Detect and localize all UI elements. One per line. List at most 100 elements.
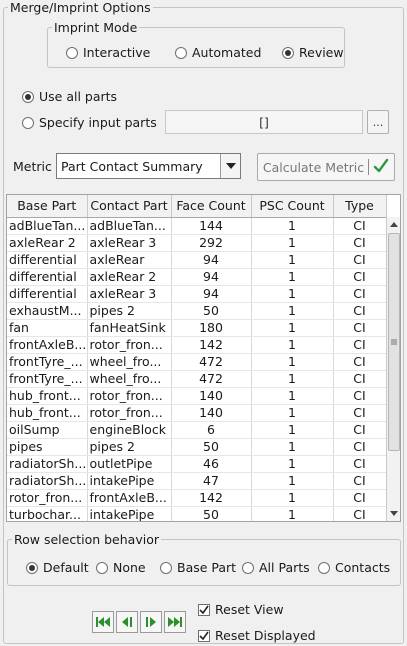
table-scrollbar[interactable] xyxy=(386,217,400,521)
radio-specify-input-parts[interactable]: Specify input parts xyxy=(22,115,157,130)
table-row[interactable]: axleRear 2 axleRear 3 292 1 CI xyxy=(7,234,387,252)
reset-view-checkbox[interactable] xyxy=(198,603,210,616)
radio-row-contacts-button[interactable] xyxy=(318,561,330,574)
table-row[interactable]: frontAxleB... rotor_fron... 142 1 CI xyxy=(7,336,387,354)
column-header[interactable]: Type xyxy=(333,195,387,218)
table-body: adBlueTan... adBlueTan... 144 1 CI axleRear 2… xyxy=(7,217,387,521)
table-row[interactable]: hub_front... rotor_fron... 140 1 CI xyxy=(7,387,387,405)
table-cell: 140 xyxy=(171,387,252,405)
table-row[interactable]: radiatorSh... intakePipe 47 1 CI xyxy=(7,472,387,490)
radio-row-contacts[interactable]: Contacts xyxy=(318,560,390,575)
table-cell: 1 xyxy=(251,217,334,235)
radio-interactive-button[interactable] xyxy=(66,46,78,59)
table-cell: adBlueTan... xyxy=(87,217,172,235)
radio-row-base-part[interactable]: Base Part xyxy=(160,560,236,575)
table-row[interactable]: hub_front... rotor_fron... 140 1 CI xyxy=(7,404,387,422)
radio-use-all-parts-button[interactable] xyxy=(22,90,34,103)
input-parts-value: [] xyxy=(259,114,269,130)
column-header[interactable]: PSC Count xyxy=(251,195,334,218)
table-cell: fanHeatSink xyxy=(87,319,172,337)
table-cell: 472 xyxy=(171,370,252,388)
table-row[interactable]: oilSump engineBlock 6 1 CI xyxy=(7,421,387,439)
table-cell: CI xyxy=(333,438,387,456)
table-cell: rotor_fron... xyxy=(7,489,88,507)
radio-row-none-button[interactable] xyxy=(96,561,108,574)
radio-automated[interactable]: Automated xyxy=(175,45,261,60)
table-row[interactable]: frontTyre_... wheel_fro... 472 1 CI xyxy=(7,370,387,388)
table-row[interactable]: exhaustM... pipes 2 50 1 CI xyxy=(7,302,387,320)
radio-row-none[interactable]: None xyxy=(96,560,146,575)
radio-row-base-part-button[interactable] xyxy=(160,561,172,574)
scroll-down-icon[interactable] xyxy=(387,506,400,520)
metric-label: Metric xyxy=(13,159,52,174)
first-icon[interactable] xyxy=(92,611,114,633)
table-cell: 1 xyxy=(251,489,334,507)
table-row[interactable]: adBlueTan... adBlueTan... 144 1 CI xyxy=(7,217,387,235)
table-cell: turbochar... xyxy=(7,506,88,521)
table-cell: 50 xyxy=(171,302,252,320)
previous-icon[interactable] xyxy=(116,611,138,633)
table-cell: 50 xyxy=(171,438,252,456)
radio-use-all-parts[interactable]: Use all parts xyxy=(22,89,117,104)
browse-parts-button[interactable]: ... xyxy=(367,110,389,134)
calculate-separator xyxy=(368,159,370,175)
table-row[interactable]: frontTyre_... wheel_fro... 472 1 CI xyxy=(7,353,387,371)
table-row[interactable]: differential axleRear 2 94 1 CI xyxy=(7,268,387,286)
table-row[interactable]: pipes pipes 2 50 1 CI xyxy=(7,438,387,456)
table-row[interactable]: rotor_fron... frontAxleB... 142 1 CI xyxy=(7,489,387,507)
table-cell: 46 xyxy=(171,455,252,473)
table-row[interactable]: differential axleRear 94 1 CI xyxy=(7,251,387,269)
table-row[interactable]: turbochar... intakePipe 50 1 CI xyxy=(7,506,387,521)
reset-displayed-checkbox[interactable] xyxy=(198,629,210,642)
scrollbar-thumb[interactable] xyxy=(388,233,400,451)
calculate-metric-label: Calculate Metric xyxy=(262,159,365,175)
column-header[interactable]: Face Count xyxy=(171,195,252,218)
table-cell: CI xyxy=(333,455,387,473)
table-cell: differential xyxy=(7,251,88,269)
radio-row-contacts-label: Contacts xyxy=(335,560,391,575)
table-cell: rotor_fron... xyxy=(87,387,172,405)
table-cell: 50 xyxy=(171,506,252,521)
column-header[interactable]: Contact Part xyxy=(87,195,172,218)
calculate-metric-button[interactable]: Calculate Metric xyxy=(257,153,395,181)
table-cell: differential xyxy=(7,268,88,286)
next-icon[interactable] xyxy=(140,611,162,633)
reset-view-label: Reset View xyxy=(215,602,284,617)
radio-row-all-parts-button[interactable] xyxy=(242,561,254,574)
table-cell: hub_front... xyxy=(7,404,88,422)
table-cell: radiatorSh... xyxy=(7,455,88,473)
table-cell: CI xyxy=(333,217,387,235)
table-cell: frontTyre_... xyxy=(7,370,88,388)
reset-view-option[interactable]: Reset View xyxy=(198,602,284,617)
radio-specify-input-parts-button[interactable] xyxy=(22,116,34,129)
radio-review-button[interactable] xyxy=(282,46,294,59)
table-row[interactable]: differential axleRear 3 94 1 CI xyxy=(7,285,387,303)
table-cell: engineBlock xyxy=(87,421,172,439)
radio-row-base-part-label: Base Part xyxy=(177,560,237,575)
column-header[interactable]: Base Part xyxy=(7,195,88,218)
table-cell: hub_front... xyxy=(7,387,88,405)
radio-automated-button[interactable] xyxy=(175,46,187,59)
table-row[interactable]: radiatorSh... outletPipe 46 1 CI xyxy=(7,455,387,473)
reset-displayed-option[interactable]: Reset Displayed xyxy=(198,628,316,643)
metric-select[interactable]: Part Contact Summary xyxy=(56,153,241,179)
table-cell: CI xyxy=(333,404,387,422)
radio-row-all-parts[interactable]: All Parts xyxy=(242,560,310,575)
radio-row-default-label: Default xyxy=(43,560,89,575)
input-parts-field[interactable]: [] xyxy=(165,110,363,134)
radio-review[interactable]: Review xyxy=(282,45,344,60)
table-cell: radiatorSh... xyxy=(7,472,88,490)
table-cell: wheel_fro... xyxy=(87,353,172,371)
radio-interactive[interactable]: Interactive xyxy=(66,45,150,60)
checkmark-icon xyxy=(373,158,389,177)
radio-row-default-button[interactable] xyxy=(26,561,38,574)
table-cell: exhaustM... xyxy=(7,302,88,320)
table-cell: rotor_fron... xyxy=(87,404,172,422)
chevron-down-icon[interactable] xyxy=(220,154,240,178)
table-row[interactable]: fan fanHeatSink 180 1 CI xyxy=(7,319,387,337)
table-cell: 1 xyxy=(251,506,334,521)
last-icon[interactable] xyxy=(164,611,186,633)
radio-row-default[interactable]: Default xyxy=(26,560,89,575)
table-cell: CI xyxy=(333,285,387,303)
scroll-up-icon[interactable] xyxy=(387,217,400,231)
